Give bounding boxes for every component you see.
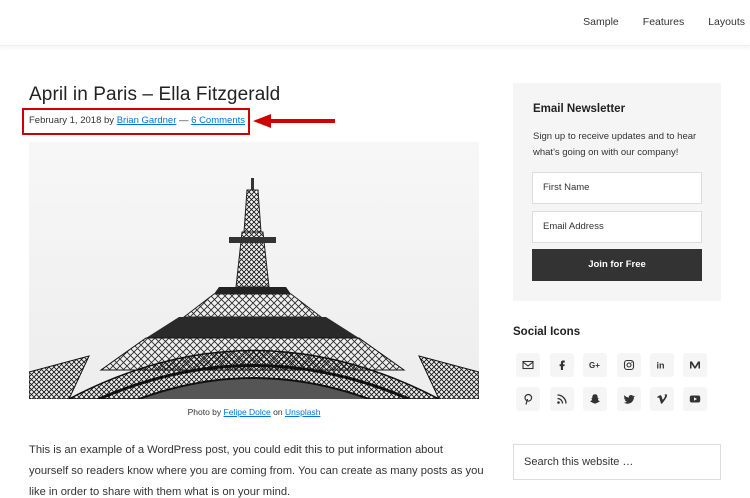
image-caption: Photo by Felipe Dolce on Unsplash [29,407,479,417]
linkedin-icon[interactable]: in [650,353,674,377]
medium-icon[interactable] [683,353,707,377]
svg-text:G+: G+ [589,361,600,370]
post-date: February 1, 2018 [29,115,102,126]
snapchat-icon[interactable] [583,387,607,411]
facebook-icon[interactable] [550,353,574,377]
nav-item-layouts[interactable]: Layouts [708,16,745,28]
twitter-icon[interactable] [617,387,641,411]
post-meta: February 1, 2018 by Brian Gardner — 6 Co… [29,115,245,126]
photographer-link[interactable]: Felipe Dolce [224,407,271,417]
site-header: Sample Features Layouts [0,0,750,46]
google-plus-icon[interactable]: G+ [583,353,607,377]
email-field[interactable]: Email Address [532,211,702,243]
social-title: Social Icons [513,326,581,338]
email-icon[interactable] [516,353,540,377]
post-by: by [104,115,115,126]
meta-separator: — [179,115,189,126]
featured-image [29,142,479,399]
caption-on: on [273,407,283,417]
comments-link[interactable]: 6 Comments [191,115,245,126]
nav-item-features[interactable]: Features [643,16,684,28]
post-title: April in Paris – Ella Fitzgerald [29,84,281,105]
unsplash-link[interactable]: Unsplash [285,407,320,417]
pinterest-icon[interactable] [516,387,540,411]
svg-text:in: in [657,361,665,371]
search-input[interactable]: Search this website … [513,444,721,480]
first-name-field[interactable]: First Name [532,172,702,204]
vimeo-icon[interactable] [650,387,674,411]
join-button[interactable]: Join for Free [532,249,702,281]
youtube-icon[interactable] [683,387,707,411]
primary-nav: Sample Features Layouts [559,16,745,28]
author-link[interactable]: Brian Gardner [117,115,177,126]
newsletter-widget: Email Newsletter Sign up to receive upda… [513,83,721,301]
newsletter-description: Sign up to receive updates and to hear w… [533,131,697,158]
post-body: This is an example of a WordPress post, … [29,444,484,498]
eiffel-tower-photo [29,142,479,399]
caption-prefix: Photo by [187,407,222,417]
instagram-icon[interactable] [617,353,641,377]
red-arrow-annotation [253,114,335,128]
nav-item-sample[interactable]: Sample [583,16,619,28]
rss-icon[interactable] [550,387,574,411]
newsletter-title: Email Newsletter [533,103,626,115]
